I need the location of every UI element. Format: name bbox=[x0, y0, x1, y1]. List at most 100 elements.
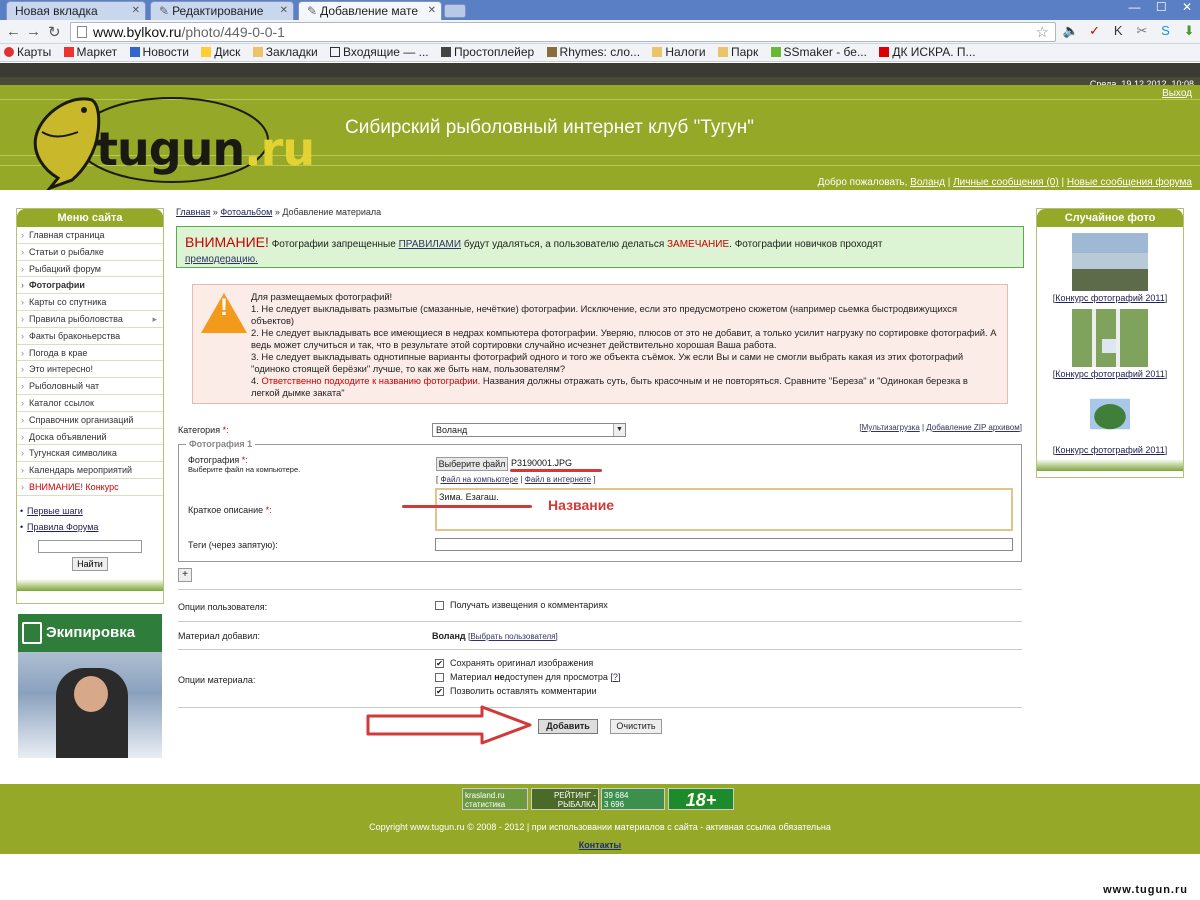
tags-label: Теги (через запятую): bbox=[188, 540, 278, 550]
menu-item[interactable]: ВНИМАНИЕ! Конкурс bbox=[17, 479, 163, 496]
download-icon[interactable]: ⬇ bbox=[1180, 23, 1198, 39]
logo-text: tugun.ru bbox=[96, 122, 315, 176]
menu-item[interactable]: Карты со спутника bbox=[17, 294, 163, 311]
menu-item[interactable]: Рыболовный чат bbox=[17, 378, 163, 395]
tab-editing[interactable]: ✎ Редактирование ✕ bbox=[150, 1, 294, 20]
menu-item[interactable]: Фотографии bbox=[17, 277, 163, 295]
user-link[interactable]: Воланд bbox=[910, 177, 945, 188]
address-host: www.bylkov.ru bbox=[93, 24, 182, 40]
notify-checkbox[interactable] bbox=[435, 601, 444, 610]
kaspersky-icon[interactable]: K bbox=[1109, 23, 1127, 38]
close-icon[interactable]: ✕ bbox=[428, 5, 436, 16]
divider bbox=[178, 707, 1022, 708]
menu-item[interactable]: Каталог ссылок bbox=[17, 395, 163, 412]
site-search-input[interactable] bbox=[38, 539, 142, 553]
menu-item[interactable]: Календарь мероприятий bbox=[17, 462, 163, 479]
bookmark-folder[interactable]: Налоги bbox=[652, 44, 706, 61]
multi-upload-link[interactable]: Мультизагрузка bbox=[862, 423, 920, 432]
forum-messages-link[interactable]: Новые сообщения форума bbox=[1067, 177, 1192, 188]
submit-button[interactable]: Добавить bbox=[538, 719, 598, 734]
ssmaker-icon bbox=[770, 47, 781, 57]
site-logo[interactable]: tugun.ru bbox=[22, 92, 315, 192]
menu-item[interactable]: Факты браконьерства bbox=[17, 328, 163, 345]
menu-item[interactable]: Правила рыболовства▸ bbox=[17, 311, 163, 328]
random-photo-image[interactable] bbox=[1090, 385, 1130, 443]
menu-item[interactable]: Рыбацкий форум bbox=[17, 261, 163, 278]
close-icon[interactable]: ✕ bbox=[132, 5, 140, 16]
category-select[interactable]: Воланд ▼ bbox=[432, 423, 626, 437]
ad-face-image bbox=[74, 676, 108, 712]
added-by-label: Материал добавил: bbox=[178, 631, 260, 641]
choose-user-link[interactable]: Выбрать пользователя bbox=[470, 632, 555, 641]
description-textarea[interactable]: Зима. Езагаш. bbox=[435, 488, 1013, 531]
rule-item: 2. Не следует выкладывать все имеющиеся … bbox=[251, 327, 997, 350]
menu-list: Главная страницаСтатьи о рыбалкеРыбацкий… bbox=[17, 227, 163, 496]
forward-icon[interactable]: → bbox=[26, 23, 41, 40]
stats-counter[interactable]: 39 684 3 696 471 bbox=[601, 788, 665, 810]
random-photo-image[interactable] bbox=[1072, 309, 1148, 367]
rules-link[interactable]: ПРАВИЛАМИ bbox=[399, 239, 461, 250]
menu-item[interactable]: Главная страница bbox=[17, 227, 163, 244]
check-icon[interactable]: ✓ bbox=[1086, 23, 1104, 39]
file-web-link[interactable]: Файл в интернете bbox=[525, 475, 591, 484]
bookmark[interactable]: Новости bbox=[129, 44, 189, 61]
choose-file-button[interactable]: Выберите файл bbox=[436, 457, 508, 471]
menu-item[interactable]: Погода в крае bbox=[17, 345, 163, 362]
keep-original-checkbox[interactable] bbox=[435, 659, 444, 668]
equipment-ad-banner[interactable]: Экипировка bbox=[18, 614, 162, 758]
bookmark[interactable]: SSmaker - бе... bbox=[770, 44, 867, 61]
skype-icon[interactable]: S bbox=[1157, 23, 1175, 38]
allow-comments-checkbox[interactable] bbox=[435, 687, 444, 696]
zip-upload-link[interactable]: Добавление ZIP архивом bbox=[926, 423, 1019, 432]
bookmark[interactable]: Rhymes: сло... bbox=[546, 44, 640, 61]
bookmark-folder[interactable]: Парк bbox=[717, 44, 758, 61]
new-tab-button[interactable] bbox=[444, 4, 466, 18]
menu-item[interactable]: Тугунская символика bbox=[17, 445, 163, 463]
breadcrumb-home[interactable]: Главная bbox=[176, 207, 210, 217]
folder-icon bbox=[652, 47, 663, 57]
minimize-icon[interactable]: — bbox=[1128, 0, 1140, 14]
tab-new-tab[interactable]: Новая вкладка ✕ bbox=[6, 1, 146, 20]
logout-link[interactable]: Выход bbox=[1162, 88, 1192, 99]
close-window-icon[interactable]: ✕ bbox=[1182, 0, 1192, 14]
divider bbox=[178, 621, 1022, 622]
bookmark[interactable]: Маркет bbox=[63, 44, 117, 61]
menu-item[interactable]: Это интересно! bbox=[17, 361, 163, 379]
notice-title: ВНИМАНИЕ! bbox=[185, 234, 269, 250]
krasland-counter[interactable]: krasland.ru статистика bbox=[462, 788, 528, 810]
bookmark[interactable]: Карты bbox=[4, 44, 51, 61]
unavailable-checkbox[interactable] bbox=[435, 673, 444, 682]
address-bar[interactable]: www.bylkov.ru/photo/449-0-0-1 ☆ bbox=[70, 22, 1056, 42]
bookmark[interactable]: ДК ИСКРА. П... bbox=[879, 44, 976, 61]
add-photo-button[interactable]: + bbox=[178, 568, 192, 582]
tab-add-material[interactable]: ✎ Добавление мате ✕ bbox=[298, 1, 442, 20]
maximize-icon[interactable]: ☐ bbox=[1156, 0, 1167, 14]
bookmark[interactable]: Диск bbox=[201, 44, 240, 61]
star-icon[interactable]: ☆ bbox=[1036, 23, 1049, 41]
tools-icon[interactable]: ✂ bbox=[1133, 23, 1151, 39]
contacts-link[interactable]: Контакты bbox=[0, 840, 1200, 850]
bookmark-folder[interactable]: Закладки bbox=[252, 44, 318, 61]
copyright-text: Copyright www.tugun.ru © 2008 - 2012 | п… bbox=[369, 822, 831, 832]
bookmark[interactable]: Входящие — ... bbox=[330, 44, 429, 61]
added-by-user: Воланд bbox=[432, 631, 466, 641]
forum-rules-link[interactable]: Правила Форума bbox=[17, 522, 163, 532]
breadcrumb-album[interactable]: Фотоальбом bbox=[220, 207, 272, 217]
rating-counter[interactable]: РЕЙТИНГ - РЫБАЛКА 478 2057 bbox=[531, 788, 599, 810]
reload-icon[interactable]: ↻ bbox=[48, 23, 61, 41]
menu-item[interactable]: Справочник организаций bbox=[17, 412, 163, 429]
reset-button[interactable]: Очистить bbox=[610, 719, 662, 734]
menu-item[interactable]: Доска объявлений bbox=[17, 429, 163, 446]
menu-item[interactable]: Статьи о рыбалке bbox=[17, 244, 163, 261]
close-icon[interactable]: ✕ bbox=[280, 5, 288, 16]
speaker-icon[interactable]: 🔈 bbox=[1062, 23, 1080, 39]
search-button[interactable]: Найти bbox=[72, 556, 108, 571]
bookmark[interactable]: Простоплейер bbox=[440, 44, 534, 61]
back-icon[interactable]: ← bbox=[6, 23, 21, 40]
first-steps-link[interactable]: Первые шаги bbox=[17, 506, 163, 516]
premoderation-link[interactable]: премодерацию. bbox=[185, 254, 258, 265]
tags-input[interactable] bbox=[435, 538, 1013, 551]
file-local-link[interactable]: Файл на компьютере bbox=[440, 475, 518, 484]
private-messages-link[interactable]: Личные сообщения (0) bbox=[953, 177, 1059, 188]
random-photo-image[interactable] bbox=[1072, 233, 1148, 291]
